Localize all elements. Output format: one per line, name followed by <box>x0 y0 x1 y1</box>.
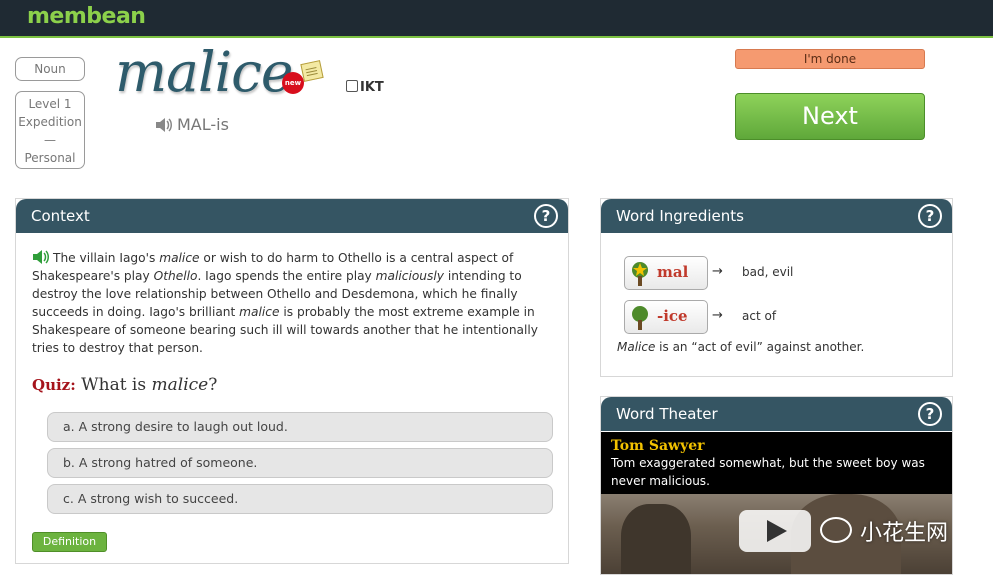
ikt-checkbox[interactable]: IKT <box>346 80 384 95</box>
word-ingredients-panel: Word Ingredients ? mal → bad, evil -ice … <box>600 198 953 377</box>
panel-title: Context <box>31 207 90 225</box>
quiz-option-a[interactable]: a. A strong desire to laugh out loud. <box>47 412 553 442</box>
next-button[interactable]: Next <box>735 93 925 140</box>
context-paragraph: The villain Iago's malice or wish to do … <box>32 249 539 355</box>
ingredient-summary: Malice is an “act of evil” against anoth… <box>617 340 865 354</box>
ingredients-header: Word Ingredients ? <box>601 199 952 233</box>
theater-caption: Tom Sawyer Tom exaggerated somewhat, but… <box>601 432 952 494</box>
theater-header: Word Theater ? <box>601 397 952 431</box>
membean-logo[interactable]: membean <box>27 4 146 29</box>
panel-title: Word Ingredients <box>616 207 744 225</box>
ingredient-meaning: bad, evil <box>742 265 794 279</box>
quiz-option-c[interactable]: c. A strong wish to succeed. <box>47 484 553 514</box>
ingredient-part: mal <box>657 263 689 281</box>
word-title: malice <box>115 40 293 104</box>
tree-icon <box>632 262 648 286</box>
context-panel: Context ? The villain Iago's malice or w… <box>15 198 569 564</box>
quiz-question: Quiz: What is malice? <box>32 375 218 395</box>
speaker-icon[interactable] <box>155 117 173 133</box>
note-icon[interactable] <box>300 60 324 82</box>
help-icon[interactable]: ? <box>534 204 558 228</box>
ingredient-part: -ice <box>657 307 688 325</box>
help-icon[interactable]: ? <box>918 402 942 426</box>
wechat-icon <box>820 517 852 543</box>
pronunciation[interactable]: MAL-is <box>155 115 229 134</box>
play-icon[interactable] <box>739 510 811 552</box>
arrow-icon: → <box>712 308 723 323</box>
theater-source: Tom Sawyer <box>611 438 705 454</box>
theater-quote: Tom exaggerated somewhat, but the sweet … <box>611 456 925 488</box>
ingredient-chip[interactable]: mal <box>624 256 708 290</box>
part-of-speech-badge: Noun <box>15 57 85 81</box>
quiz-option-b[interactable]: b. A strong hatred of someone. <box>47 448 553 478</box>
top-bar: membean <box>0 0 993 38</box>
checkbox-icon[interactable] <box>346 80 358 92</box>
watermark: 小花生网 <box>820 515 948 547</box>
level-line: Personal <box>24 151 76 165</box>
level-line: Expedition <box>18 115 82 129</box>
level-badge: Level 1 Expedition — Personal <box>15 91 85 169</box>
word-theater-panel: Word Theater ? Tom Sawyer Tom exaggerate… <box>600 396 953 575</box>
done-button[interactable]: I'm done <box>735 49 925 69</box>
new-badge-icon: new <box>282 72 304 94</box>
video-figure <box>621 504 691 574</box>
tree-icon <box>632 306 648 330</box>
pronunciation-text: MAL-is <box>177 115 229 134</box>
context-header: Context ? <box>16 199 568 233</box>
definition-button[interactable]: Definition <box>32 532 107 552</box>
speaker-icon[interactable] <box>32 249 50 265</box>
ingredient-meaning: act of <box>742 309 777 323</box>
arrow-icon: → <box>712 264 723 279</box>
level-line: — <box>44 133 56 147</box>
panel-title: Word Theater <box>616 405 718 423</box>
ikt-label: IKT <box>360 80 384 95</box>
help-icon[interactable]: ? <box>918 204 942 228</box>
ingredient-chip[interactable]: -ice <box>624 300 708 334</box>
quiz-label: Quiz: <box>32 376 76 394</box>
level-line: Level 1 <box>28 97 72 111</box>
